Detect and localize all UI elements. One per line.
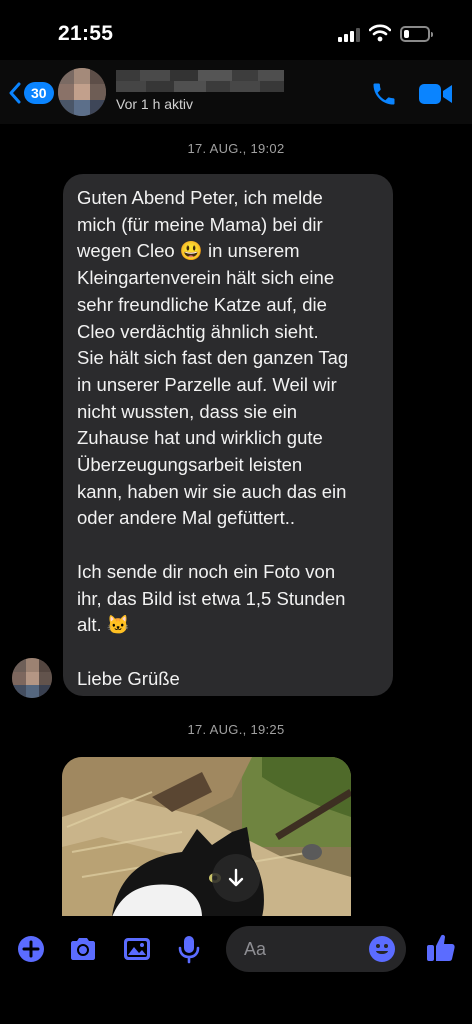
message-text-line: ihr, das Bild ist etwa 1,5 Stunden [77, 587, 346, 609]
message-text-line: mich (für meine Mama) bei dir [77, 213, 323, 235]
thumbs-up-icon[interactable] [425, 932, 457, 964]
download-button[interactable] [212, 854, 260, 902]
message-text-line: alt. 🐱 [77, 614, 130, 636]
message-text-line: Liebe Grüße [77, 667, 180, 689]
sender-avatar[interactable] [12, 658, 52, 698]
message-input[interactable]: Aa [226, 926, 406, 972]
plus-icon[interactable] [16, 934, 46, 964]
back-chevron-icon [9, 82, 21, 104]
message-text-line: Guten Abend Peter, ich melde [77, 187, 323, 208]
back-button[interactable]: 30 [8, 80, 54, 106]
message-timestamp: 17. AUG., 19:02 [187, 141, 285, 156]
message-text-line: Sie hält sich fast den ganzen Tag [77, 347, 349, 369]
message-composer: Aa [0, 916, 472, 1024]
message-text-line: kann, haben wir sie auch das ein [77, 480, 347, 502]
message-input-placeholder: Aa [244, 939, 267, 959]
camera-icon[interactable] [68, 934, 98, 964]
message-text-line: Kleingartenverein hält sich eine [77, 267, 335, 289]
cellular-signal-icon [338, 28, 360, 42]
microphone-icon[interactable] [174, 934, 204, 964]
message-text-line: Cleo verdächtig ähnlich sieht. [77, 320, 319, 342]
message-text-line: wegen Cleo 😃 in unserem [77, 240, 300, 262]
emoji-icon[interactable] [368, 935, 396, 963]
status-time: 21:55 [58, 22, 114, 45]
message-text-line: Überzeugungsarbeit leisten [77, 454, 303, 476]
message-text-line: Ich sende dir noch ein Foto von [77, 560, 336, 582]
phone-icon[interactable] [370, 80, 398, 108]
unread-count-badge: 30 [24, 82, 54, 104]
image-icon[interactable] [122, 934, 152, 964]
message-bubble[interactable]: Guten Abend Peter, ich melde mich (für me… [63, 174, 393, 696]
message-text-line: in unserer Parzelle auf. Weil wir [77, 373, 337, 395]
message-text-line: nicht wussten, dass sie ein [77, 400, 298, 422]
download-arrow-icon [228, 868, 244, 887]
contact-avatar[interactable] [58, 68, 106, 116]
message-text-line: oder andere Mal gefüttert.. [77, 507, 296, 529]
video-camera-icon[interactable] [418, 82, 454, 106]
wifi-icon [369, 24, 391, 42]
conversation-header: 30 Vor 1 h aktiv [0, 60, 472, 124]
message-text-line: sehr freundliche Katze auf, die [77, 293, 327, 315]
activity-status: Vor 1 h aktiv [116, 96, 194, 112]
message-timestamp: 17. AUG., 19:25 [187, 722, 285, 737]
battery-icon [400, 26, 433, 42]
contact-name-redacted[interactable] [116, 70, 284, 92]
message-text-line: Zuhause hat und wirklich gute [77, 427, 323, 449]
photo-attachment[interactable] [62, 757, 351, 917]
